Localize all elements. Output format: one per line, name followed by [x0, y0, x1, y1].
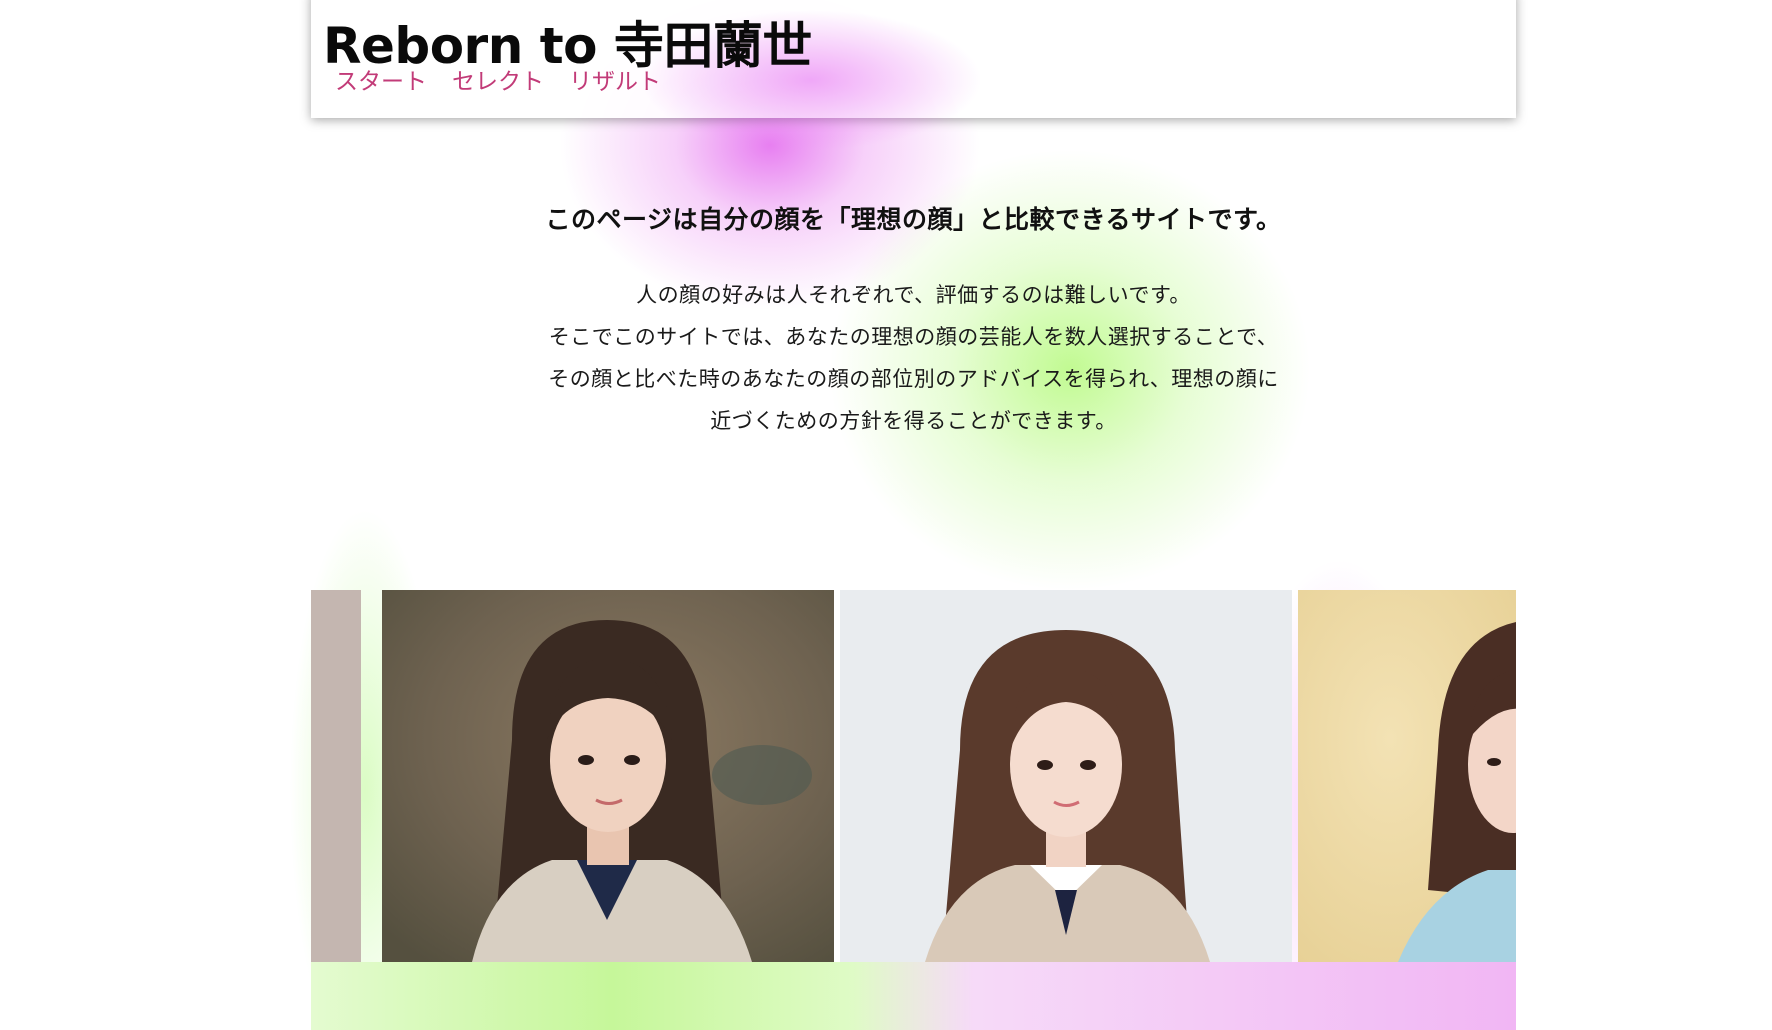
intro-line: その顔と比べた時のあなたの顔の部位別のアドバイスを得られ、理想の顔に: [548, 367, 1279, 391]
photo-carousel[interactable]: [311, 590, 1516, 1030]
carousel-footer-bar: [311, 962, 1516, 1030]
intro-line: 近づくための方針を得ることができます。: [710, 409, 1117, 433]
carousel-photo-1[interactable]: [311, 590, 361, 962]
nav-select-link[interactable]: セレクト: [452, 62, 544, 96]
portrait-image: [1298, 590, 1516, 962]
intro-heading: このページは自分の顔を「理想の顔」と比較できるサイトです。: [545, 205, 1282, 234]
carousel-photo-2[interactable]: [382, 590, 834, 962]
main-nav: スタート セレクト リザルト: [335, 62, 661, 96]
nav-result-link[interactable]: リザルト: [569, 62, 661, 96]
intro-section: このページは自分の顔を「理想の顔」と比較できるサイトです。 人の顔の好みは人それ…: [311, 200, 1516, 442]
intro-description: 人の顔の好みは人それぞれで、評価するのは難しいです。 そこでこのサイトでは、あな…: [311, 274, 1516, 442]
page: Reborn to 寺田蘭世 スタート セレクト リザルト このページは自分の顔…: [0, 0, 1772, 1030]
site-header: Reborn to 寺田蘭世 スタート セレクト リザルト: [311, 0, 1516, 150]
carousel-photo-4[interactable]: [1298, 590, 1516, 962]
intro-line: 人の顔の好みは人それぞれで、評価するのは難しいです。: [636, 283, 1191, 307]
portrait-image: [840, 590, 1292, 962]
carousel-photo-3[interactable]: [840, 590, 1292, 962]
nav-start-link[interactable]: スタート: [335, 62, 427, 96]
intro-line: そこでこのサイトでは、あなたの理想の顔の芸能人を数人選択することで、: [548, 325, 1279, 349]
portrait-image: [382, 590, 834, 962]
